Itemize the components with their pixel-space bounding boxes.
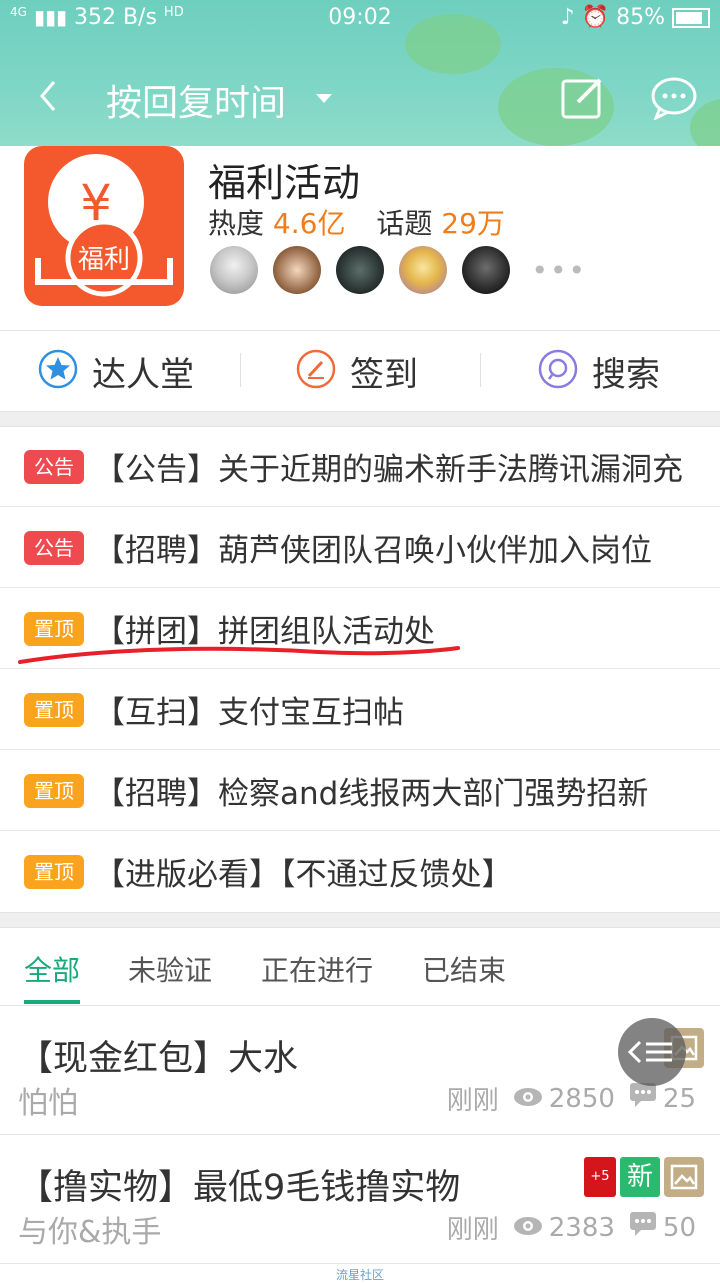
- post-title: 【现金红包】大水: [18, 1039, 299, 1079]
- pen-icon: [296, 349, 336, 393]
- topic-value: 29万: [441, 207, 505, 240]
- notice-item[interactable]: 公告 【公告】关于近期的骗术新手法腾讯漏洞充: [0, 426, 720, 507]
- notice-badge: 公告: [24, 531, 84, 565]
- tab-unverified[interactable]: 未验证: [128, 949, 212, 989]
- forum-name: 福利活动: [208, 161, 361, 205]
- chat-bubble-icon[interactable]: [650, 76, 698, 122]
- moderator-avatars[interactable]: •••: [210, 246, 587, 296]
- avatar[interactable]: [336, 246, 385, 294]
- avatar[interactable]: [210, 246, 258, 294]
- pinned-badge: 置顶: [24, 774, 84, 808]
- back-arrow-icon[interactable]: [28, 74, 72, 118]
- image-tag-icon: [664, 1157, 704, 1197]
- hall-of-fame-button[interactable]: 达人堂: [38, 331, 194, 411]
- eye-icon: [513, 1084, 543, 1114]
- chevron-down-icon[interactable]: [316, 94, 332, 103]
- sort-dropdown[interactable]: 按回复时间: [106, 74, 286, 126]
- section-divider: [0, 912, 720, 928]
- red-underline-annotation: [18, 646, 460, 664]
- avatar[interactable]: [399, 246, 448, 294]
- notice-title: 【互扫】支付宝互扫帖: [94, 695, 404, 731]
- post-time: 刚刚: [446, 1215, 499, 1245]
- post-meta: 刚刚 2383 50: [447, 1209, 696, 1246]
- comment-count: 50: [662, 1212, 696, 1243]
- notice-title: 【招聘】葫芦侠团队召唤小伙伴加入岗位: [94, 533, 652, 569]
- post-title: 【撸实物】最低9毛钱撸实物: [18, 1168, 461, 1208]
- comment-count: 25: [662, 1083, 696, 1114]
- search-button[interactable]: 搜索: [538, 331, 660, 411]
- mute-icon: ♪: [560, 5, 575, 30]
- bonus-tag: +5: [584, 1157, 616, 1197]
- check-in-button[interactable]: 签到: [296, 331, 418, 411]
- post-item[interactable]: 【现金红包】大水 怕怕 刚刚 2850 25: [0, 1006, 720, 1135]
- navigation-bar: 按回复时间: [0, 60, 720, 136]
- avatar[interactable]: [462, 246, 511, 294]
- comment-icon: [629, 1082, 657, 1115]
- notice-item[interactable]: 置顶 【招聘】检察and线报两大部门强势招新: [0, 750, 720, 831]
- notice-title: 【公告】关于近期的骗术新手法腾讯漏洞充: [94, 452, 683, 488]
- battery-percent: 85%: [616, 5, 665, 30]
- post-author[interactable]: 怕怕: [18, 1078, 78, 1122]
- more-dots-icon[interactable]: •••: [531, 254, 587, 287]
- divider: [480, 353, 481, 387]
- forum-info: ¥ 福利 福利活动 热度 4.6亿 话题 29万 •••: [0, 146, 720, 331]
- post-time: 刚刚: [446, 1086, 499, 1116]
- filter-tabs: 全部 未验证 正在进行 已结束: [0, 927, 720, 1006]
- check-in-label: 签到: [350, 354, 418, 395]
- notice-item[interactable]: 公告 【招聘】葫芦侠团队召唤小伙伴加入岗位: [0, 507, 720, 588]
- notice-title: 【进版必看】【不通过反馈处】: [94, 857, 513, 893]
- pinned-badge: 置顶: [24, 855, 84, 889]
- notice-badge: 公告: [24, 450, 84, 484]
- heat-value: 4.6亿: [272, 207, 346, 240]
- floating-menu-button[interactable]: [618, 1018, 686, 1086]
- notice-item[interactable]: 置顶 【拼团】拼团组队活动处: [0, 588, 720, 669]
- new-tag: 新: [620, 1157, 660, 1197]
- collapse-menu-icon: [627, 1040, 672, 1064]
- logo-text: 福利: [78, 245, 130, 275]
- battery-icon: [672, 8, 710, 28]
- post-item[interactable]: 【撸实物】最低9毛钱撸实物 +5 新 与你&执手 刚刚 2383 50: [0, 1135, 720, 1264]
- watermark: 流星社区: [335, 1268, 384, 1282]
- topic-label: 话题: [376, 207, 433, 240]
- divider: [240, 353, 241, 387]
- forum-stats: 热度 4.6亿 话题 29万: [208, 202, 527, 242]
- header-bar: 4G ▮▮▮ 352 B/s HD 09:02 ♪ ⏰ 85% 按回复时间: [0, 0, 720, 146]
- quick-actions: 达人堂 签到 搜索: [0, 331, 720, 411]
- search-icon: [538, 349, 578, 393]
- search-label: 搜索: [592, 354, 660, 395]
- edit-icon[interactable]: [560, 76, 604, 120]
- pinned-notices: 公告 【公告】关于近期的骗术新手法腾讯漏洞充 公告 【招聘】葫芦侠团队召唤小伙伴…: [0, 426, 720, 911]
- view-count: 2383: [548, 1212, 615, 1243]
- active-tab-indicator: [24, 1000, 80, 1004]
- hall-of-fame-label: 达人堂: [92, 354, 194, 395]
- forum-logo: ¥ 福利: [24, 146, 184, 306]
- eye-icon: [513, 1213, 543, 1243]
- comment-icon: [629, 1211, 657, 1244]
- notice-item[interactable]: 置顶 【互扫】支付宝互扫帖: [0, 669, 720, 750]
- status-bar: 4G ▮▮▮ 352 B/s HD 09:02 ♪ ⏰ 85%: [0, 0, 720, 36]
- avatar[interactable]: [273, 246, 322, 294]
- tab-ongoing[interactable]: 正在进行: [261, 949, 373, 989]
- view-count: 2850: [548, 1083, 615, 1114]
- notice-title: 【招聘】检察and线报两大部门强势招新: [94, 776, 649, 812]
- notice-item[interactable]: 置顶 【进版必看】【不通过反馈处】: [0, 831, 720, 911]
- pinned-badge: 置顶: [24, 693, 84, 727]
- alarm-icon: ⏰: [581, 5, 610, 30]
- star-icon: [38, 349, 78, 393]
- post-author[interactable]: 与你&执手: [18, 1207, 161, 1251]
- tab-ended[interactable]: 已结束: [422, 949, 506, 989]
- section-divider: [0, 411, 720, 427]
- pinned-badge: 置顶: [24, 612, 84, 646]
- status-right: ♪ ⏰ 85%: [561, 5, 710, 30]
- heat-label: 热度: [208, 207, 265, 240]
- tab-all[interactable]: 全部: [24, 949, 80, 989]
